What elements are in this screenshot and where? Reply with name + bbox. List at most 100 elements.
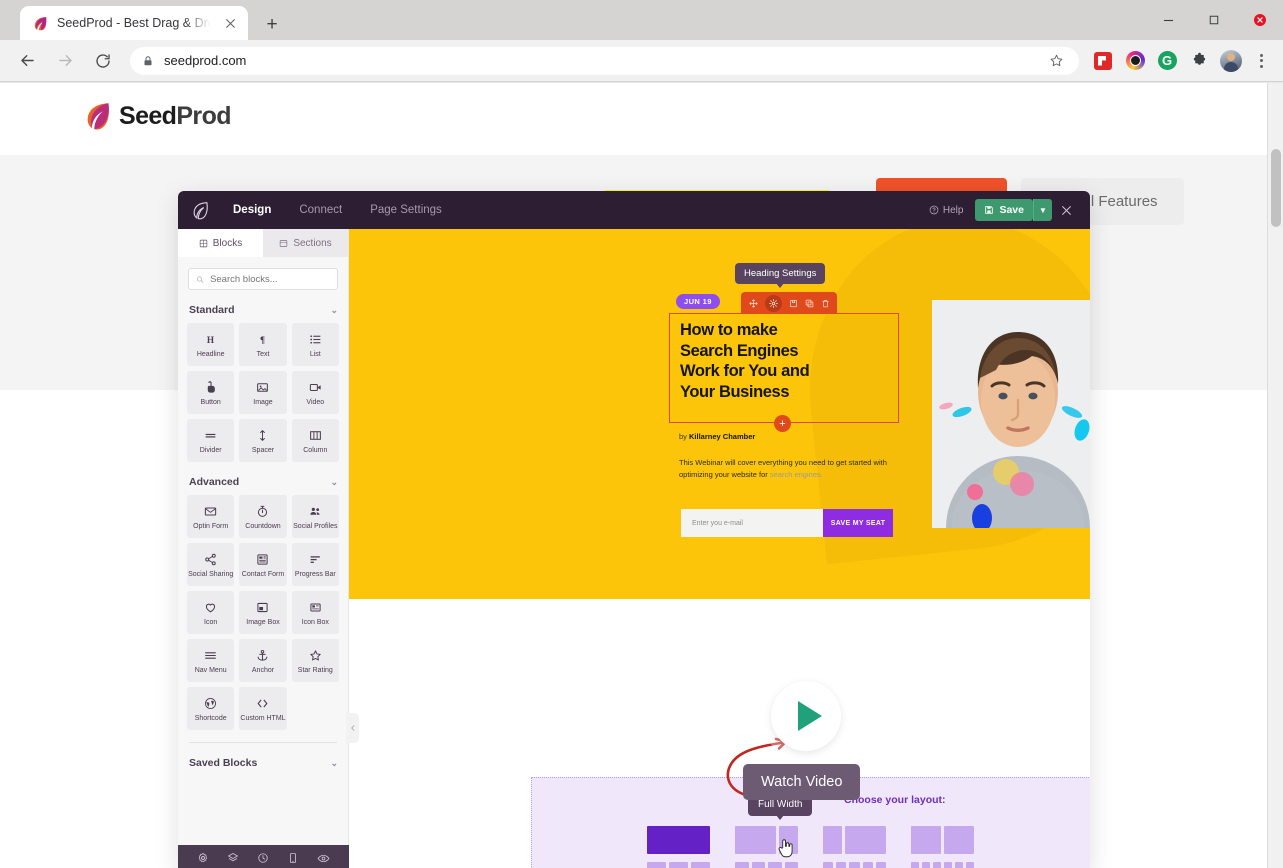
tab-page-settings[interactable]: Page Settings	[370, 204, 442, 216]
maximize-button[interactable]	[1191, 0, 1237, 40]
block-contact-form[interactable]: Contact Form	[239, 543, 287, 586]
gear-settings-icon[interactable]	[764, 294, 782, 312]
help-label: Help	[942, 204, 964, 216]
layout-option-six-columns[interactable]	[911, 862, 974, 868]
logo-prod: Prod	[176, 101, 231, 130]
block-icon-box[interactable]: Icon Box	[291, 591, 339, 634]
star-icon[interactable]	[1043, 48, 1069, 74]
search-icon	[197, 275, 204, 283]
layout-option-five-columns[interactable]	[823, 862, 886, 868]
block-anchor[interactable]: Anchor	[239, 639, 287, 682]
block-social-profiles[interactable]: Social Profiles	[291, 495, 339, 538]
layout-option-full-width[interactable]	[647, 826, 710, 854]
tab-blocks[interactable]: Blocks	[178, 229, 263, 257]
reload-icon[interactable]	[86, 44, 120, 78]
chevron-down-icon[interactable]: ⌄	[330, 305, 338, 316]
group-standard[interactable]: Standard ⌄	[189, 304, 338, 316]
instagram-extension-icon[interactable]	[1122, 48, 1148, 74]
seedprod-leaf-icon	[32, 15, 49, 32]
grammarly-extension-icon[interactable]: G	[1154, 48, 1180, 74]
tab-sections[interactable]: Sections	[263, 229, 348, 257]
block-shortcode[interactable]: Shortcode	[187, 687, 235, 730]
block-image-box[interactable]: Image Box	[239, 591, 287, 634]
block-progress-bar[interactable]: Progress Bar	[291, 543, 339, 586]
icon-box-icon	[309, 600, 322, 615]
block-image[interactable]: Image	[239, 371, 287, 414]
layout-option-one-third-two-thirds[interactable]	[823, 826, 886, 854]
block-text[interactable]: ¶ Text	[239, 323, 287, 366]
revision-history-icon[interactable]	[257, 852, 269, 864]
play-video-button[interactable]	[771, 681, 841, 751]
flipboard-extension-icon[interactable]	[1090, 48, 1116, 74]
page-scrollbar[interactable]	[1267, 83, 1283, 868]
sidebar-bottom-toolbar	[178, 845, 349, 868]
site-logo[interactable]: SeedProd	[84, 101, 232, 131]
gear-settings-icon[interactable]	[197, 852, 209, 864]
move-handle-icon[interactable]	[748, 298, 758, 308]
sidebar-collapse-button[interactable]	[346, 713, 359, 743]
save-my-seat-button[interactable]: SAVE MY SEAT	[823, 509, 893, 537]
block-label: Image	[253, 398, 273, 406]
close-icon[interactable]	[220, 13, 240, 33]
forward-arrow-icon[interactable]	[48, 44, 82, 78]
save-block-icon[interactable]	[789, 299, 798, 308]
block-divider[interactable]: Divider	[187, 419, 235, 462]
block-column[interactable]: Column	[291, 419, 339, 462]
pointer-hand-cursor	[777, 838, 794, 864]
headline-element[interactable]: How to make Search Engines Work for You …	[669, 313, 899, 423]
block-star-rating[interactable]: Star Rating	[291, 639, 339, 682]
new-tab-button[interactable]: +	[258, 11, 286, 39]
trash-icon[interactable]	[821, 299, 830, 308]
puzzle-extensions-icon[interactable]	[1186, 48, 1212, 74]
profile-avatar-icon[interactable]	[1218, 48, 1244, 74]
tab-design[interactable]: Design	[233, 204, 271, 216]
star-outline-icon	[309, 648, 322, 663]
block-countdown[interactable]: Countdown	[239, 495, 287, 538]
block-icon[interactable]: Icon	[187, 591, 235, 634]
block-list[interactable]: List	[291, 323, 339, 366]
block-label: Column	[303, 446, 328, 454]
spacer-arrows-icon	[256, 428, 269, 443]
block-custom-html[interactable]: Custom HTML	[239, 687, 287, 730]
scrollbar-thumb[interactable]	[1271, 149, 1281, 227]
layout-row-2	[647, 862, 974, 868]
block-nav-menu[interactable]: Nav Menu	[187, 639, 235, 682]
chevron-down-icon[interactable]: ⌄	[330, 758, 338, 769]
address-bar[interactable]: seedprod.com	[130, 46, 1079, 75]
back-arrow-icon[interactable]	[10, 44, 44, 78]
byline-name: Killarney Chamber	[689, 432, 756, 441]
layout-option-three-columns[interactable]	[647, 862, 710, 868]
duplicate-icon[interactable]	[805, 299, 814, 308]
optin-email-input[interactable]: Enter you e-mail	[681, 509, 823, 537]
block-button[interactable]: Button	[187, 371, 235, 414]
layout-option-half-half[interactable]	[911, 826, 974, 854]
plus-circle-icon[interactable]: +	[774, 415, 791, 432]
minimize-button[interactable]	[1145, 0, 1191, 40]
group-advanced[interactable]: Advanced ⌄	[189, 476, 338, 488]
chevron-down-icon[interactable]: ▼	[1033, 199, 1052, 221]
kebab-menu-icon[interactable]	[1249, 48, 1273, 74]
chevron-down-icon[interactable]: ⌄	[330, 477, 338, 488]
close-window-button[interactable]	[1237, 0, 1283, 40]
layers-icon[interactable]	[227, 852, 239, 864]
hero-photo[interactable]	[932, 300, 1090, 528]
block-spacer[interactable]: Spacer	[239, 419, 287, 462]
group-saved-blocks[interactable]: Saved Blocks ⌄	[189, 757, 338, 769]
block-headline[interactable]: H Headline	[187, 323, 235, 366]
browser-tab[interactable]: SeedProd - Best Drag & Drop WordPress Pa…	[20, 6, 248, 40]
block-video[interactable]: Video	[291, 371, 339, 414]
sidebar-divider	[189, 742, 337, 743]
image-icon	[256, 380, 269, 395]
people-group-icon	[309, 504, 322, 519]
anchor-icon	[256, 648, 269, 663]
search-input[interactable]	[210, 273, 330, 285]
mobile-device-icon[interactable]	[287, 852, 299, 864]
close-icon[interactable]	[1052, 191, 1080, 229]
help-button[interactable]: Help	[929, 204, 964, 216]
block-optin-form[interactable]: Optin Form	[187, 495, 235, 538]
tab-connect[interactable]: Connect	[299, 204, 342, 216]
eye-preview-icon[interactable]	[317, 852, 330, 865]
save-button[interactable]: Save	[975, 199, 1033, 221]
block-social-sharing[interactable]: Social Sharing	[187, 543, 235, 586]
search-blocks-field[interactable]	[188, 268, 338, 290]
